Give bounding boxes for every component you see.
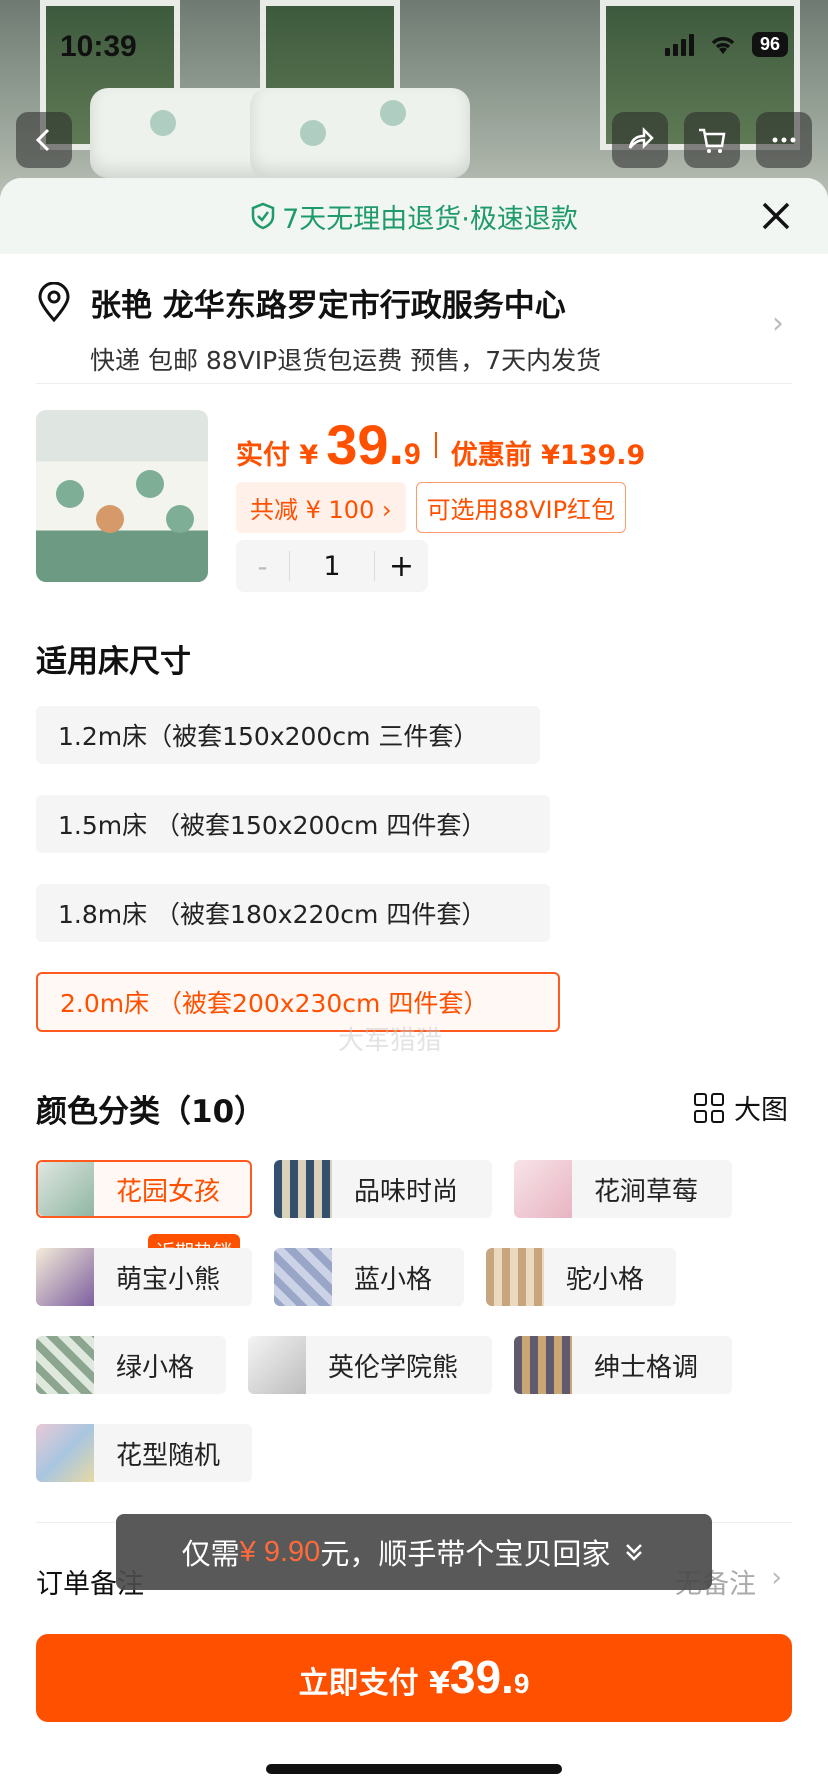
share-button[interactable] [612, 112, 668, 168]
color-label: 花园女孩 [116, 1176, 221, 1207]
swatch-image [38, 1162, 94, 1216]
upsell-toast[interactable]: 仅需 ¥ 9.90 元，顺手带个宝贝回家 [116, 1514, 712, 1590]
color-label: 花型随机 [116, 1440, 221, 1471]
return-policy-text: 7天无理由退货·极速退款 [282, 203, 578, 235]
color-option-strawberry[interactable]: 花涧草莓 [514, 1160, 732, 1218]
more-button[interactable] [756, 112, 812, 168]
color-label: 驼小格 [566, 1264, 645, 1295]
double-chevron-down-icon [626, 1544, 643, 1561]
color-option-camel-plaid[interactable]: 驼小格 [486, 1248, 676, 1306]
clover-decor [380, 100, 406, 126]
price-separator [434, 431, 437, 458]
color-option-gentleman-plaid[interactable]: 绅士格调 [514, 1336, 732, 1394]
back-button[interactable] [16, 112, 72, 168]
big-view-label: 大图 [734, 1095, 788, 1126]
color-label: 英伦学院熊 [328, 1352, 459, 1383]
pay-integer: 39. [449, 1651, 514, 1703]
increment-button[interactable]: + [374, 549, 428, 584]
product-summary: 实付 ¥ 39. 9 优惠前 ¥139.9 共减 ¥ 100 › 可选用88VI… [36, 410, 792, 592]
swatch-image [514, 1336, 572, 1394]
wifi-icon [711, 36, 735, 54]
status-time: 10:39 [60, 30, 137, 63]
more-icon [772, 137, 796, 143]
swatch-image [36, 1248, 94, 1306]
price-label: 实付 ¥ [236, 440, 319, 471]
clover-decor [300, 120, 326, 146]
swatch-image [274, 1160, 332, 1218]
swatch-image [36, 1336, 94, 1394]
color-option-garden-girl[interactable]: 花园女孩 [36, 1160, 252, 1218]
color-label: 蓝小格 [354, 1264, 433, 1295]
home-indicator [266, 1764, 562, 1774]
color-option-random-pattern[interactable]: 花型随机 [36, 1424, 252, 1482]
chevron-left-icon [35, 128, 50, 152]
toast-suffix: 元，顺手带个宝贝回家 [320, 1537, 611, 1571]
size-option-1-5m[interactable]: 1.5m床 （被套150x200cm 四件套） [36, 795, 550, 853]
grid-icon [694, 1092, 724, 1123]
toast-prefix: 仅需 [181, 1537, 240, 1571]
size-option-2-0m[interactable]: 2.0m床 （被套200x230cm 四件套） [36, 972, 560, 1032]
discount-chip[interactable]: 共减 ¥ 100 › [236, 482, 406, 533]
decrement-button[interactable]: - [236, 550, 290, 583]
pay-label: 立即支付 ¥ [298, 1666, 450, 1701]
chevron-right-icon: › [772, 306, 784, 341]
close-icon[interactable] [758, 198, 794, 234]
size-option-1-2m[interactable]: 1.2m床（被套150x200cm 三件套） [36, 706, 540, 764]
discount-chips: 共减 ¥ 100 › 可选用88VIP红包 [236, 482, 627, 533]
swatch-image [514, 1160, 572, 1218]
big-view-toggle[interactable]: 大图 [694, 1088, 788, 1127]
color-option-green-plaid[interactable]: 绿小格 [36, 1336, 226, 1394]
quantity-value[interactable]: 1 [290, 551, 374, 582]
location-pin-icon [38, 282, 70, 322]
quantity-stepper: - 1 + [236, 540, 428, 592]
swatch-image [486, 1248, 544, 1306]
color-label: 品味时尚 [354, 1176, 459, 1207]
shield-check-icon [251, 202, 275, 230]
watermark: 大军猎猎 [338, 1026, 443, 1056]
signal-icon [664, 33, 694, 56]
price-line: 实付 ¥ 39. 9 优惠前 ¥139.9 [236, 412, 645, 477]
vip-redpacket-chip[interactable]: 可选用88VIP红包 [415, 482, 627, 533]
color-section-title: 颜色分类（10） [36, 1094, 266, 1130]
swatch-image [248, 1336, 306, 1394]
size-option-1-8m[interactable]: 1.8m床 （被套180x220cm 四件套） [36, 884, 550, 942]
pay-decimal: 9 [513, 1668, 530, 1699]
color-option-blue-plaid[interactable]: 蓝小格 [274, 1248, 464, 1306]
cart-button[interactable] [684, 112, 740, 168]
color-option-baby-bear[interactable]: 萌宝小熊 [36, 1248, 252, 1306]
swatch-image [274, 1248, 332, 1306]
swatch-image [36, 1424, 94, 1482]
address-name: 张艳 龙华东路罗定市行政服务中心 [90, 288, 566, 324]
cart-icon [699, 128, 726, 153]
color-label: 绅士格调 [594, 1352, 699, 1383]
color-label: 萌宝小熊 [116, 1264, 221, 1295]
original-price: 优惠前 ¥139.9 [450, 440, 646, 471]
status-icons: 96 [664, 32, 788, 57]
clover-decor [150, 110, 176, 136]
chevron-right-icon: › [771, 1562, 782, 1593]
battery-indicator: 96 [751, 32, 788, 57]
pillow-decor [250, 88, 470, 178]
size-section-title: 适用床尺寸 [36, 644, 191, 680]
delivery-info: 快递 包邮 88VIP退货包运费 预售，7天内发货 [90, 346, 602, 375]
color-label: 绿小格 [116, 1352, 195, 1383]
product-thumbnail[interactable] [36, 410, 208, 582]
price-integer: 39. [326, 413, 405, 476]
return-banner: 7天无理由退货·极速退款 [0, 178, 828, 254]
toast-amount: ¥ 9.90 [239, 1535, 321, 1568]
price-decimal: 9 [404, 438, 421, 471]
color-option-british-bear[interactable]: 英伦学院熊 [248, 1336, 492, 1394]
color-label: 花涧草莓 [594, 1176, 699, 1207]
address-row[interactable]: 张艳 龙华东路罗定市行政服务中心 快递 包邮 88VIP退货包运费 预售，7天内… [36, 254, 792, 384]
pay-now-button[interactable]: 立即支付 ¥ 39. 9 [36, 1634, 792, 1722]
color-option-taste-fashion[interactable]: 品味时尚 [274, 1160, 492, 1218]
share-icon [628, 126, 654, 150]
